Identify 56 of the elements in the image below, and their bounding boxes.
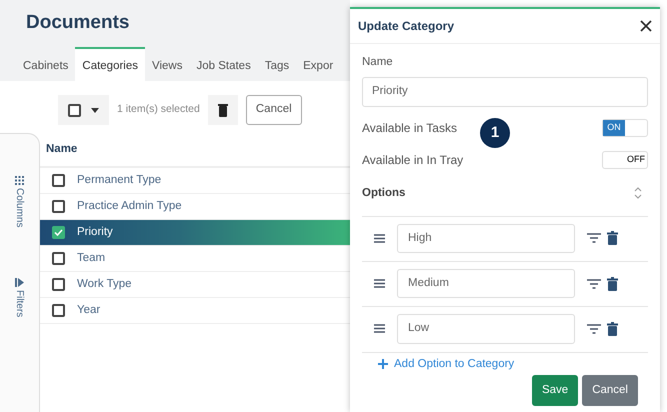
- name-field[interactable]: Priority: [362, 77, 648, 106]
- row-name: Priority: [77, 225, 113, 240]
- trash-icon[interactable]: [607, 322, 618, 336]
- trash-icon[interactable]: [607, 276, 618, 291]
- row-checkbox[interactable]: [52, 226, 65, 240]
- row-name: Year: [77, 303, 100, 318]
- cancel-button[interactable]: Cancel: [246, 95, 302, 125]
- row-checkbox[interactable]: [52, 252, 65, 266]
- row-name: Practice Admin Type: [77, 199, 182, 214]
- toggle-label: Available in In Tray: [362, 152, 464, 168]
- row-name: Team: [77, 251, 106, 266]
- option-field[interactable]: Medium: [397, 269, 575, 298]
- option-field[interactable]: Low: [397, 314, 575, 344]
- trash-icon[interactable]: [607, 231, 618, 246]
- drag-handle-icon[interactable]: [374, 279, 385, 288]
- sort-icon[interactable]: [634, 186, 642, 200]
- selection-count: 1 item(s) selected: [117, 102, 200, 118]
- toggle-label: Available in Tasks: [362, 120, 457, 136]
- option-field[interactable]: High: [397, 224, 575, 253]
- row-name: Work Type: [77, 277, 132, 292]
- tab[interactable]: Views: [145, 46, 190, 82]
- cancel-button[interactable]: Cancel: [582, 374, 638, 406]
- toggle-switch[interactable]: OFF: [602, 150, 648, 168]
- filter-icon: [15, 278, 24, 287]
- checkbox-icon: [68, 104, 81, 117]
- drag-handle-icon[interactable]: [374, 324, 385, 334]
- side-tab[interactable]: Columns: [12, 176, 27, 228]
- panel-title: Update Category: [358, 18, 454, 35]
- row-checkbox[interactable]: [52, 174, 65, 188]
- page-title: Documents: [26, 12, 130, 35]
- delete-button[interactable]: [208, 95, 238, 126]
- filter-icon[interactable]: [587, 233, 601, 244]
- grid-icon: [15, 176, 24, 186]
- toggle-switch[interactable]: ON: [602, 118, 648, 136]
- row-checkbox[interactable]: [52, 200, 65, 214]
- tab[interactable]: Job States: [189, 46, 258, 82]
- drag-handle-icon[interactable]: [374, 234, 385, 243]
- trash-icon: [218, 103, 228, 118]
- row-checkbox[interactable]: [52, 278, 65, 292]
- select-all-dropdown[interactable]: [58, 95, 109, 126]
- tab[interactable]: Categories: [75, 46, 146, 82]
- side-tab[interactable]: Filters: [12, 278, 27, 317]
- filter-icon[interactable]: [587, 278, 601, 289]
- tab[interactable]: Expor: [296, 46, 340, 82]
- tab[interactable]: Tags: [258, 46, 296, 82]
- caret-icon: [91, 108, 99, 113]
- close-icon[interactable]: [640, 20, 652, 32]
- add-option-link[interactable]: Add Option to Category: [378, 356, 514, 373]
- field-label: Name: [362, 55, 394, 70]
- filter-icon[interactable]: [587, 324, 601, 334]
- plus-icon: [378, 359, 388, 370]
- tab[interactable]: Cabinets: [16, 46, 76, 82]
- section-heading: Options: [362, 186, 406, 200]
- row-checkbox[interactable]: [52, 304, 65, 318]
- save-button[interactable]: Save: [532, 374, 578, 406]
- row-name: Permanent Type: [77, 173, 162, 188]
